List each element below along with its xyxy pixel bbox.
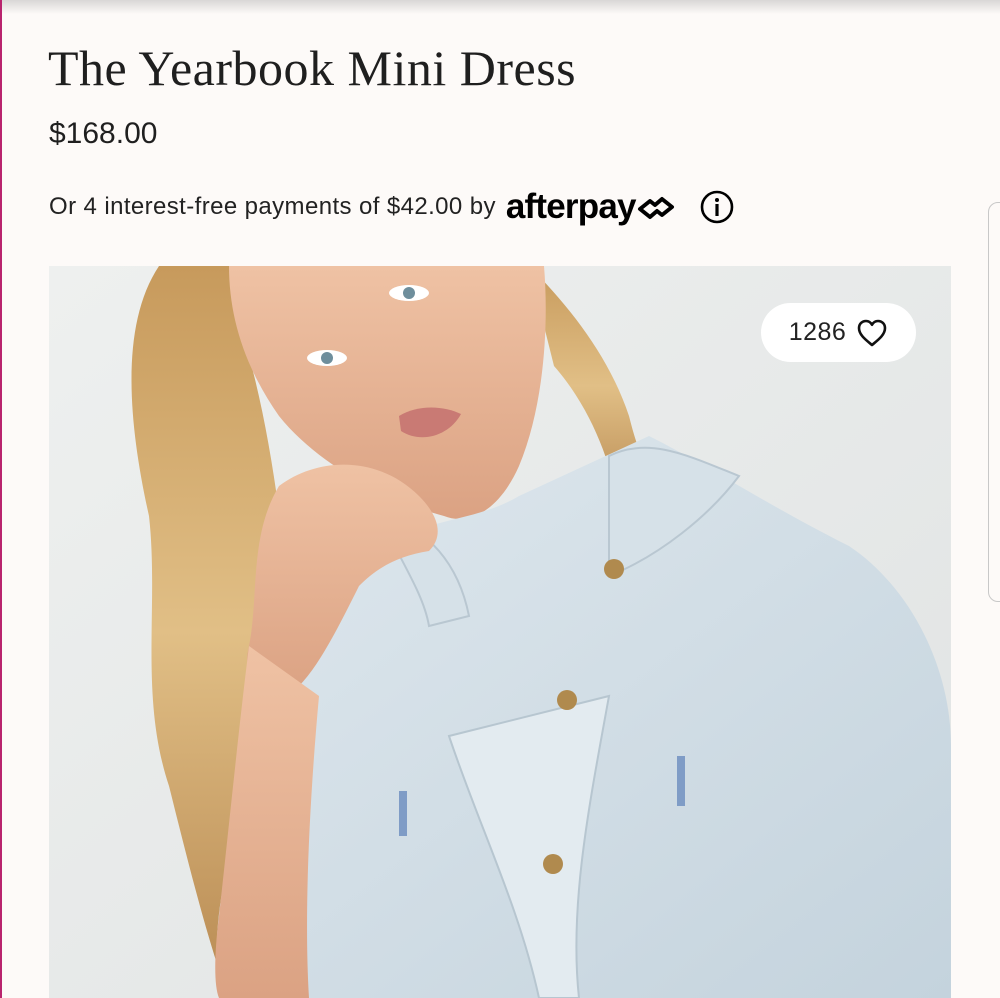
product-price: $168.00 [49, 117, 158, 150]
like-button[interactable]: 1286 [761, 303, 916, 362]
product-photo[interactable] [49, 266, 951, 998]
side-scroll-handle[interactable] [988, 202, 1000, 602]
product-title: The Yearbook Mini Dress [48, 40, 577, 96]
afterpay-arrows-icon [637, 197, 674, 219]
afterpay-text: Or 4 interest-free payments of $42.00 by [49, 193, 496, 220]
heart-icon [858, 319, 887, 346]
info-icon[interactable] [700, 190, 734, 224]
left-edge [0, 0, 2, 998]
afterpay-wordmark: afterpay [505, 187, 637, 226]
afterpay-logo: afterpay [506, 187, 680, 227]
top-shadow [0, 0, 1000, 14]
like-count: 1286 [788, 318, 847, 346]
afterpay-installments: Or 4 interest-free payments of $42.00 by… [49, 186, 734, 228]
